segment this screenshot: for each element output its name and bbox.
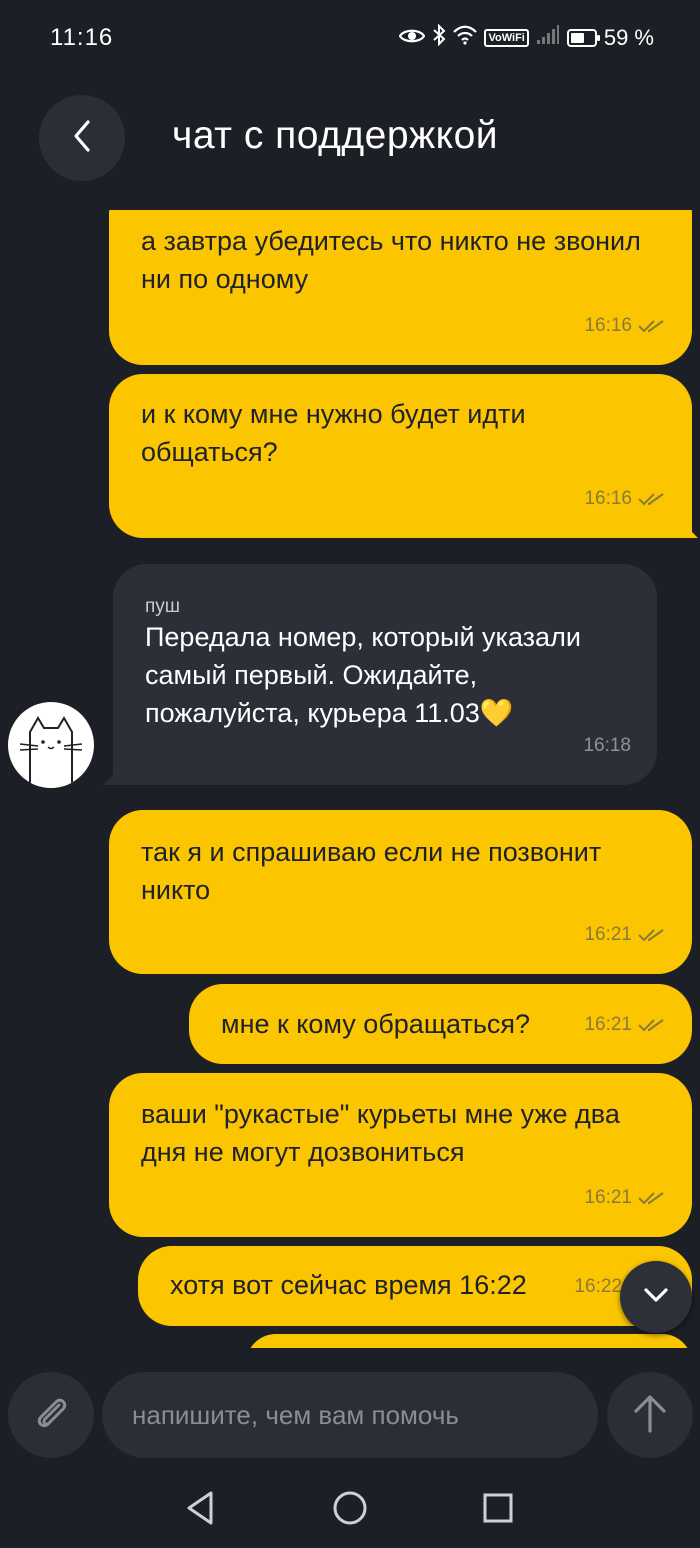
nav-recents-button[interactable] <box>478 1490 518 1530</box>
message-time: 16:21 <box>584 1187 632 1208</box>
status-time: 11:16 <box>50 24 114 51</box>
back-button[interactable] <box>39 95 125 181</box>
message-bubble-outgoing[interactable]: хотя вот сейчас время 16:22 16:22 <box>138 1246 692 1326</box>
message-meta: 16:22 <box>574 1268 622 1306</box>
chevron-down-icon <box>643 1287 669 1308</box>
message-time: 16:16 <box>584 488 632 509</box>
bluetooth-icon <box>432 23 446 52</box>
send-button[interactable] <box>607 1372 693 1458</box>
double-check-icon <box>638 927 666 943</box>
message-text: так я и спрашиваю если не позвонит никто <box>141 837 602 905</box>
message-meta: 16:21 <box>584 1006 666 1044</box>
chat-messages[interactable]: а завтра убедитесь что никто не звонил н… <box>0 210 700 1348</box>
message-bubble-incoming[interactable]: пуш Передала номер, который указали самы… <box>113 564 657 785</box>
cat-icon <box>19 716 83 788</box>
message-text: ваши "рукастые" курьеты мне уже два дня … <box>141 1099 620 1167</box>
message-bubble-outgoing[interactable]: мне к кому обращаться? 16:21 <box>189 984 692 1064</box>
message-bubble-outgoing[interactable]: так я и спрашиваю если не позвонит никто… <box>109 810 692 974</box>
message-text: а завтра убедитесь что никто не звонил н… <box>141 226 641 294</box>
message-time: 16:22 <box>574 1276 622 1297</box>
attach-button[interactable] <box>8 1372 94 1458</box>
message-meta: 16:18 <box>583 727 631 765</box>
battery-percent: 59 % <box>603 25 654 50</box>
vowifi-badge: VoWiFi <box>484 29 529 47</box>
message-time: 16:21 <box>584 924 632 945</box>
wifi-icon <box>453 25 478 51</box>
message-input[interactable] <box>102 1372 598 1458</box>
chevron-left-icon <box>72 119 92 157</box>
double-check-icon <box>638 1190 666 1206</box>
message-bubble-outgoing[interactable]: ваши "рукастые" курьеты мне уже два дня … <box>109 1073 692 1237</box>
message-meta: 16:16 <box>584 480 666 518</box>
arrow-up-icon <box>633 1393 667 1438</box>
message-time: 16:21 <box>584 1014 632 1035</box>
scroll-down-button[interactable] <box>620 1261 692 1333</box>
support-avatar <box>8 702 94 788</box>
message-bubble-outgoing[interactable]: а завтра убедитесь что никто не звонил н… <box>109 210 692 365</box>
battery-icon <box>566 29 600 47</box>
circle-home-icon <box>332 1490 368 1531</box>
double-check-icon <box>638 491 666 507</box>
status-icons: VoWiFi 59 % <box>399 23 654 52</box>
paperclip-icon <box>31 1393 71 1438</box>
message-text: и к кому мне нужно будет идти общаться? <box>141 399 526 467</box>
message-meta: 16:21 <box>584 1179 666 1217</box>
message-time: 16:18 <box>583 735 631 756</box>
message-text: Передала номер, который указали самый пе… <box>145 622 581 728</box>
system-nav-bar <box>0 1470 700 1548</box>
message-bubble-outgoing[interactable]: и к кому мне нужно будет идти общаться? … <box>109 374 692 538</box>
eye-icon <box>399 25 426 51</box>
page-title: чат с поддержкой <box>172 114 499 157</box>
status-bar: 11:16 VoWiFi 59 % <box>0 0 700 78</box>
message-meta: 16:21 <box>584 916 666 954</box>
message-time: 16:16 <box>584 315 632 336</box>
triangle-back-icon <box>185 1491 215 1530</box>
message-meta: 16:16 <box>584 307 666 345</box>
signal-icon <box>536 25 560 51</box>
double-check-icon <box>638 1017 666 1033</box>
message-bubble-outgoing-partial[interactable] <box>246 1334 692 1348</box>
nav-back-button[interactable] <box>180 1490 220 1530</box>
square-recents-icon <box>482 1492 514 1529</box>
nav-home-button[interactable] <box>330 1490 370 1530</box>
double-check-icon <box>638 318 666 334</box>
